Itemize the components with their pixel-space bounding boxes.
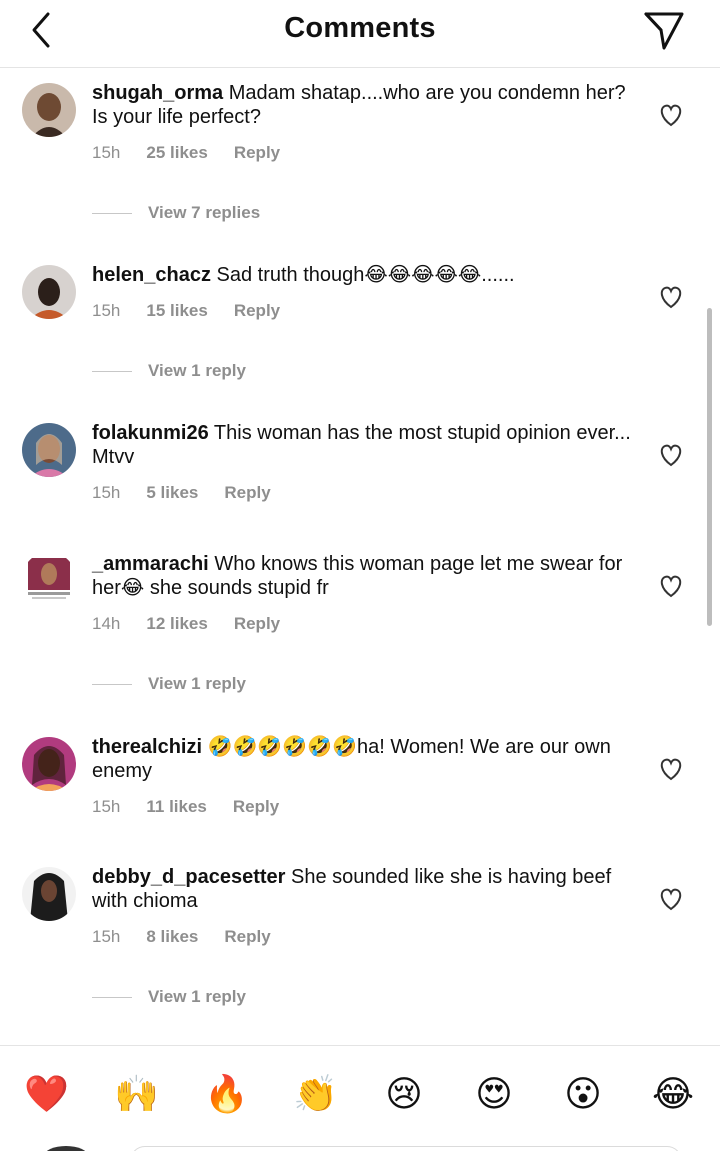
comment-likes[interactable]: 5 likes <box>146 483 198 502</box>
comment-list[interactable]: shugah_orma Madam shatap....who are you … <box>0 69 720 1046</box>
comment-time: 15h <box>92 927 121 946</box>
avatar[interactable] <box>22 83 76 137</box>
comment-text: shugah_orma Madam shatap....who are you … <box>92 81 640 129</box>
comment-username[interactable]: helen_chacz <box>92 264 211 286</box>
comment-text: _ammarachi Who knows this woman page let… <box>92 552 640 600</box>
comment-meta: 15h 15 likes Reply <box>92 301 306 321</box>
fire-emoji-icon[interactable]: 🔥 <box>204 1072 249 1116</box>
heart-outline-icon[interactable] <box>658 757 684 781</box>
view-replies-label: View 1 reply <box>148 361 246 380</box>
avatar[interactable] <box>22 552 76 606</box>
comment-meta: 15h 25 likes Reply <box>92 143 306 163</box>
comment-time: 15h <box>92 301 121 320</box>
comment-time: 15h <box>92 797 121 816</box>
comment-text: helen_chacz Sad truth though😂😂😂😂😂...... <box>92 263 640 287</box>
crying-face-emoji-icon[interactable]: 😢 <box>382 1072 426 1116</box>
view-replies-label: View 7 replies <box>148 203 261 222</box>
surprised-face-emoji-icon[interactable]: 😮 <box>561 1072 605 1116</box>
heart-eyes-emoji-icon[interactable]: 😍 <box>472 1072 516 1116</box>
comment-text: therealchizi 🤣🤣🤣🤣🤣🤣ha! Women! We are our… <box>92 735 640 783</box>
avatar[interactable] <box>22 867 76 921</box>
red-heart-emoji-icon[interactable]: ❤️ <box>24 1072 69 1116</box>
comment-likes[interactable]: 8 likes <box>146 927 198 946</box>
reply-button[interactable]: Reply <box>233 797 279 816</box>
replies-divider <box>92 684 132 686</box>
comment-body: Sad truth though😂😂😂😂😂...... <box>216 264 515 286</box>
comment-time: 15h <box>92 143 121 162</box>
tears-of-joy-emoji-icon[interactable]: 😂 <box>651 1072 695 1116</box>
view-replies-button[interactable]: View 1 reply <box>92 361 246 381</box>
avatar[interactable] <box>22 265 76 319</box>
clapping-hands-emoji-icon[interactable]: 👏 <box>293 1072 338 1116</box>
heart-outline-icon[interactable] <box>658 443 684 467</box>
heart-outline-icon[interactable] <box>658 887 684 911</box>
avatar[interactable] <box>22 737 76 791</box>
heart-outline-icon[interactable] <box>658 574 684 598</box>
paper-plane-icon[interactable] <box>642 8 686 52</box>
comment-meta: 15h 11 likes Reply <box>92 797 305 817</box>
raising-hands-emoji-icon[interactable]: 🙌 <box>114 1072 159 1116</box>
comment-input[interactable] <box>130 1146 682 1151</box>
comment-meta: 14h 12 likes Reply <box>92 614 306 634</box>
avatar[interactable] <box>22 423 76 477</box>
comment-username[interactable]: debby_d_pacesetter <box>92 866 285 888</box>
comment-likes[interactable]: 12 likes <box>146 614 207 633</box>
comment-username[interactable]: _ammarachi <box>92 553 209 575</box>
heart-outline-icon[interactable] <box>658 103 684 127</box>
reply-button[interactable]: Reply <box>234 143 280 162</box>
view-replies-label: View 1 reply <box>148 674 246 693</box>
reply-button[interactable]: Reply <box>234 614 280 633</box>
reply-button[interactable]: Reply <box>224 927 270 946</box>
top-bar: Comments <box>0 0 720 68</box>
replies-divider <box>92 371 132 373</box>
comment-likes[interactable]: 25 likes <box>146 143 207 162</box>
comment-text: debby_d_pacesetter She sounded like she … <box>92 865 640 913</box>
scrollbar[interactable] <box>707 308 712 626</box>
comment-username[interactable]: shugah_orma <box>92 82 223 104</box>
reply-button[interactable]: Reply <box>234 301 280 320</box>
replies-divider <box>92 997 132 999</box>
comment-likes[interactable]: 15 likes <box>146 301 207 320</box>
quick-reactions-bar: ❤️ 🙌 🔥 👏 😢 😍 😮 😂 <box>0 1045 720 1151</box>
reply-button[interactable]: Reply <box>224 483 270 502</box>
comment-likes[interactable]: 11 likes <box>146 797 207 816</box>
heart-outline-icon[interactable] <box>658 285 684 309</box>
comment-time: 15h <box>92 483 121 502</box>
comment-meta: 15h 5 likes Reply <box>92 483 297 503</box>
comment-meta: 15h 8 likes Reply <box>92 927 297 947</box>
comment-username[interactable]: folakunmi26 <box>92 422 209 444</box>
view-replies-label: View 1 reply <box>148 987 246 1006</box>
comment-username[interactable]: therealchizi <box>92 736 202 758</box>
page-title: Comments <box>284 12 436 44</box>
comment-text: folakunmi26 This woman has the most stup… <box>92 421 640 469</box>
view-replies-button[interactable]: View 1 reply <box>92 987 246 1007</box>
view-replies-button[interactable]: View 7 replies <box>92 203 260 223</box>
view-replies-button[interactable]: View 1 reply <box>92 674 246 694</box>
comment-time: 14h <box>92 614 121 633</box>
replies-divider <box>92 213 132 215</box>
